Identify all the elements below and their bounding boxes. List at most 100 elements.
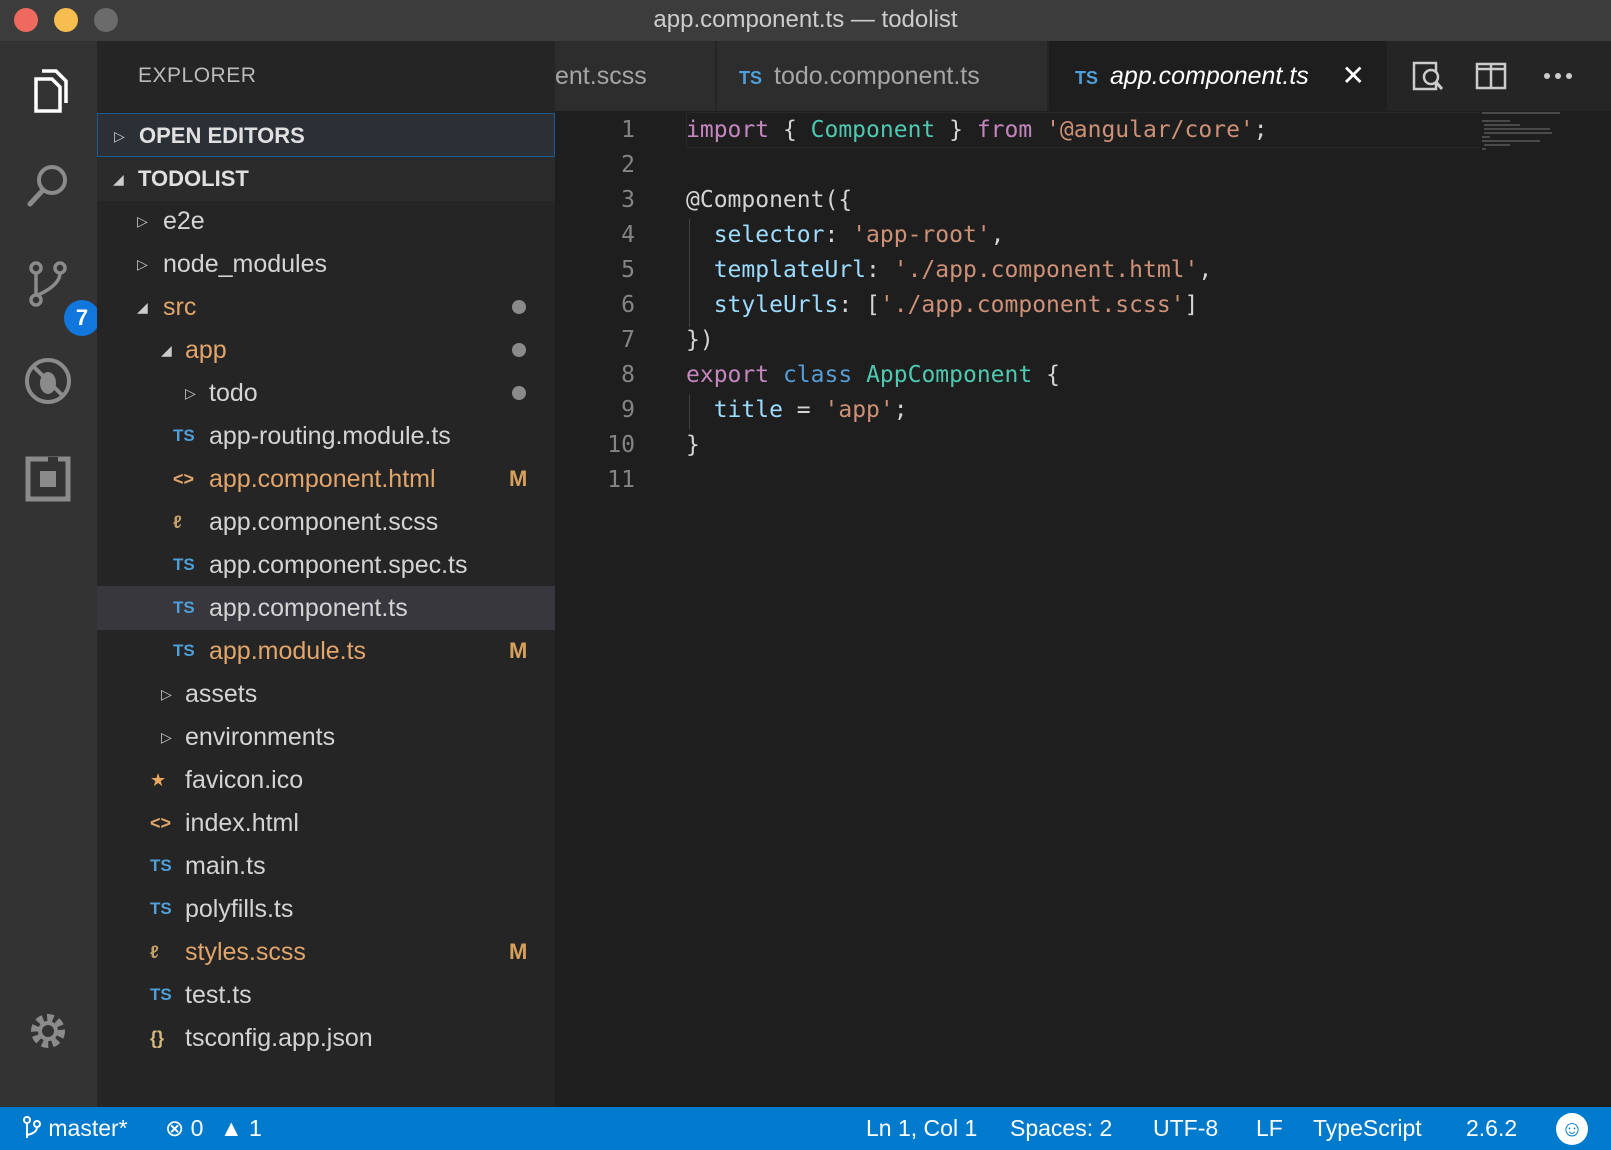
chevron-down-icon: ◢ [137, 299, 148, 315]
code-line: 11 [555, 462, 1611, 498]
typescript-file-icon: TS [173, 641, 195, 660]
line-number: 3 [621, 187, 635, 213]
extensions-activity[interactable] [18, 449, 78, 509]
debug-activity[interactable] [18, 351, 78, 411]
tree-item[interactable]: ▷ assets [97, 672, 555, 716]
status-bar: master* ⊗ 0 ▲ 1 Ln 1, Col 1 Spaces: 2 UT… [0, 1107, 1611, 1150]
minimap[interactable] [1480, 111, 1570, 151]
modified-dot-icon [512, 343, 526, 357]
tree-item-label: app-routing.module.ts [209, 422, 451, 450]
tree-item[interactable]: TS app.component.ts [97, 586, 555, 630]
modified-badge: M [509, 638, 528, 663]
tab-label: ent.scss [555, 62, 647, 90]
tree-item[interactable]: TS app.component.spec.ts [97, 543, 555, 587]
tree-item[interactable]: ▷ environments [97, 715, 555, 759]
feedback-icon[interactable]: ☺ [1556, 1113, 1588, 1145]
typescript-version[interactable]: 2.6.2 [1466, 1107, 1517, 1150]
branch-name: master* [48, 1115, 128, 1141]
tree-item[interactable]: ★ favicon.ico [97, 758, 555, 802]
split-editor-icon[interactable] [1474, 59, 1508, 93]
open-changes-icon[interactable] [1411, 59, 1445, 93]
code-line: 9 title = 'app'; [555, 392, 1611, 428]
error-icon: ⊗ [165, 1115, 185, 1141]
code-token: import [686, 117, 770, 143]
tree-item[interactable]: ▷ node_modules [97, 242, 555, 286]
cursor-position[interactable]: Ln 1, Col 1 [866, 1107, 977, 1150]
open-editors-section[interactable]: ▷ OPEN EDITORS [97, 113, 555, 157]
code-token: , [990, 222, 1005, 248]
explorer-activity[interactable] [18, 61, 78, 121]
tree-item-label: index.html [185, 809, 299, 837]
code-line: 4 selector: 'app-root', [555, 217, 1611, 253]
problems-status[interactable]: ⊗ 0 ▲ 1 [165, 1107, 262, 1150]
code-text: }) [686, 322, 714, 358]
code-text: title = 'app'; [686, 392, 908, 428]
tree-item[interactable]: ◢ app [97, 328, 555, 372]
tree-item-label: src [163, 293, 197, 321]
code-token: @Component({ [686, 187, 853, 213]
language-mode[interactable]: TypeScript [1313, 1107, 1422, 1150]
modified-dot-icon [512, 300, 526, 314]
eol-status[interactable]: LF [1256, 1107, 1283, 1150]
activity-bar: 7 [0, 41, 100, 1107]
code-line: 10} [555, 427, 1611, 463]
modified-dot-icon [512, 386, 526, 400]
code-token: './app.component.scss' [879, 292, 1185, 318]
tree-item[interactable]: TS app-routing.module.ts [97, 414, 555, 458]
encoding-status[interactable]: UTF-8 [1153, 1107, 1218, 1150]
code-text: export class AppComponent { [686, 357, 1060, 393]
tree-item[interactable]: {} tsconfig.app.json [97, 1016, 555, 1060]
warning-icon: ▲ [219, 1115, 243, 1141]
tree-item[interactable]: TS app.module.ts M [97, 629, 555, 673]
typescript-file-icon: TS [150, 985, 172, 1004]
tree-item[interactable]: ℓ styles.scss M [97, 930, 555, 974]
close-tab-icon[interactable]: ✕ [1342, 41, 1365, 111]
tab-app-component[interactable]: TS app.component.ts ✕ [1049, 41, 1387, 111]
chevron-right-icon: ▷ [137, 213, 148, 229]
project-section[interactable]: ◢ TODOLIST [97, 157, 555, 201]
tree-item-label: tsconfig.app.json [185, 1024, 373, 1052]
more-actions-icon[interactable] [1541, 59, 1575, 93]
editor-actions [1391, 41, 1611, 111]
files-icon [34, 69, 68, 113]
code-editor[interactable]: 1 import { Component } from '@angular/cor… [555, 111, 1611, 1107]
typescript-file-icon: TS [739, 68, 763, 88]
code-token: { [1032, 362, 1060, 388]
html-file-icon: <> [173, 469, 195, 489]
html-file-icon: <> [150, 813, 172, 833]
tree-item[interactable]: ▷ todo [97, 371, 555, 415]
code-line: 6 styleUrls: ['./app.component.scss'] [555, 287, 1611, 323]
tab-label: app.component.ts [1110, 62, 1309, 90]
window-title: app.component.ts — todolist [653, 6, 958, 33]
code-line: 7}) [555, 322, 1611, 358]
code-token: = [782, 397, 825, 423]
source-control-badge: 7 [64, 300, 100, 336]
code-token: : [824, 222, 853, 248]
branch-status[interactable]: master* [22, 1107, 128, 1150]
tab-styles-scss[interactable]: ent.scss [555, 41, 715, 111]
gear-icon [31, 1014, 65, 1048]
code-token: }) [686, 327, 714, 353]
explorer-header: EXPLORER [138, 64, 257, 87]
tree-item[interactable]: TS main.ts [97, 844, 555, 888]
search-activity[interactable] [18, 156, 78, 216]
tree-item[interactable]: <> index.html [97, 801, 555, 845]
editor-tabs: ent.scss TS todo.component.ts TS app.compo… [555, 41, 1611, 111]
tree-item[interactable]: TS test.ts [97, 973, 555, 1017]
tree-item[interactable]: ℓ app.component.scss [97, 500, 555, 544]
tree-item-label: favicon.ico [185, 766, 304, 794]
tab-todo-component[interactable]: TS todo.component.ts [717, 41, 1047, 111]
settings-activity[interactable] [18, 1001, 78, 1061]
scss-file-icon: ℓ [150, 942, 159, 962]
tree-item[interactable]: ◢ src [97, 285, 555, 329]
tree-item[interactable]: ▷ e2e [97, 199, 555, 243]
indentation-status[interactable]: Spaces: 2 [1010, 1107, 1112, 1150]
tree-item[interactable]: TS polyfills.ts [97, 887, 555, 931]
code-token: 'app-root' [852, 222, 991, 248]
source-control-activity[interactable]: 7 [18, 254, 100, 336]
tree-item[interactable]: <> app.component.html M [97, 457, 555, 501]
